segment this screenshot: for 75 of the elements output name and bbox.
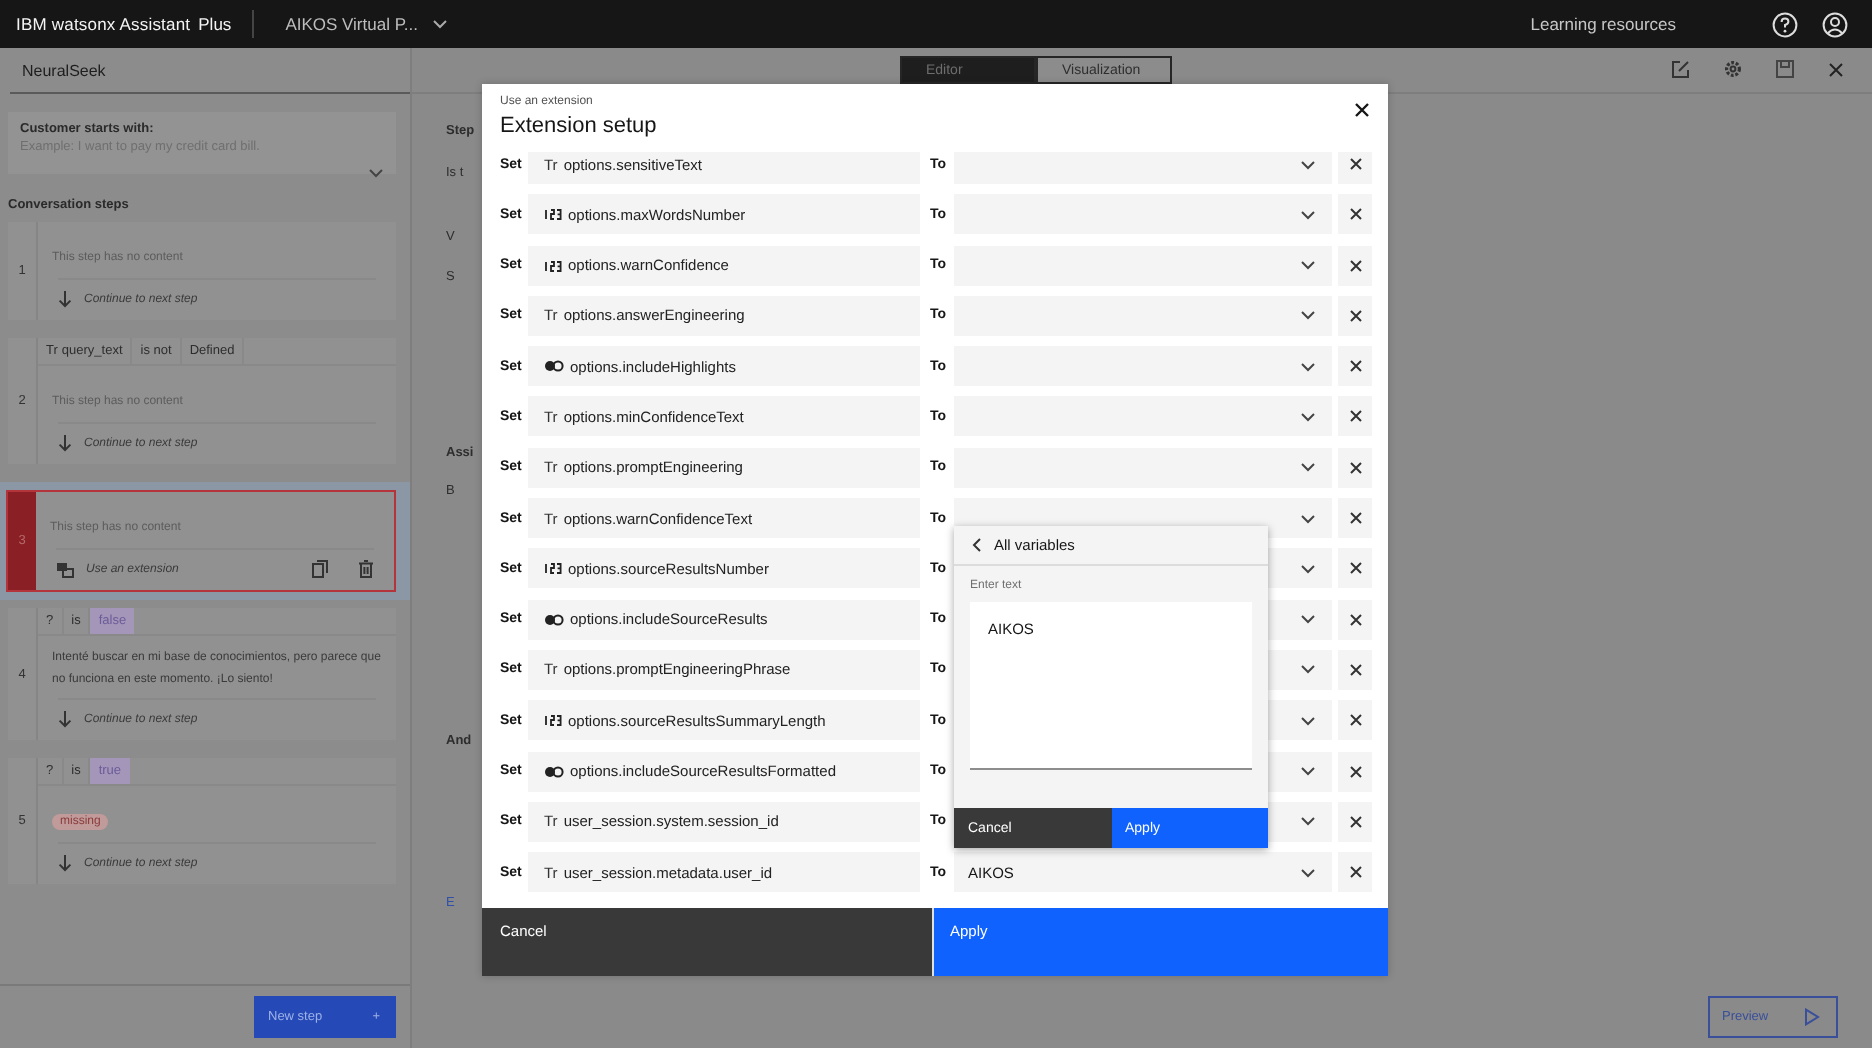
- chevron-down-icon: [1300, 766, 1316, 777]
- close-icon: [1349, 613, 1361, 626]
- close-icon: [1349, 663, 1361, 676]
- close-icon: [1349, 360, 1361, 373]
- number-type-icon: [544, 208, 562, 221]
- learning-resources-link[interactable]: Learning resources: [1530, 14, 1676, 34]
- remove-button[interactable]: [1338, 295, 1372, 336]
- close-icon: [1349, 208, 1361, 221]
- remove-button[interactable]: [1338, 152, 1372, 184]
- remove-button[interactable]: [1338, 194, 1372, 235]
- remove-button[interactable]: [1338, 801, 1372, 842]
- close-icon: [1349, 512, 1361, 525]
- close-icon: [1349, 309, 1361, 322]
- arrow-down-icon: [58, 854, 72, 872]
- remove-button[interactable]: [1338, 599, 1372, 640]
- chevron-down-icon: [1300, 361, 1316, 372]
- chevron-down-icon: [1300, 513, 1316, 524]
- remove-button[interactable]: [1338, 396, 1372, 437]
- action-title: NeuralSeek: [10, 48, 410, 94]
- chevron-down-icon: [1300, 715, 1316, 726]
- save-icon[interactable]: [1776, 60, 1794, 78]
- remove-button[interactable]: [1338, 700, 1372, 741]
- boolean-type-icon: [544, 613, 564, 626]
- settings-icon[interactable]: [1724, 60, 1742, 78]
- chevron-down-icon: [1300, 411, 1316, 422]
- chevron-left-icon: [972, 538, 982, 552]
- arrow-down-icon: [58, 290, 72, 308]
- remove-button[interactable]: [1338, 548, 1372, 589]
- close-icon: [1349, 815, 1361, 828]
- close-icon: [1349, 714, 1361, 727]
- arrow-down-icon: [58, 710, 72, 728]
- help-icon[interactable]: [1772, 11, 1798, 37]
- chevron-down-icon: [1300, 664, 1316, 675]
- close-icon: [1349, 259, 1361, 272]
- boolean-type-icon: [544, 360, 564, 373]
- assistant-switcher[interactable]: AIKOS Virtual P...: [285, 14, 448, 34]
- remove-button[interactable]: [1338, 649, 1372, 690]
- chevron-down-icon: [1300, 462, 1316, 473]
- extension-icon: [56, 561, 74, 577]
- remove-button[interactable]: [1338, 346, 1372, 387]
- chevron-down-icon: [1300, 209, 1316, 220]
- chevron-down-icon: [1300, 867, 1316, 878]
- close-icon: [1349, 461, 1361, 474]
- close-icon: [1349, 562, 1361, 575]
- user-icon[interactable]: [1822, 11, 1848, 37]
- product-name: IBM watsonx Assistant: [16, 14, 191, 34]
- chevron-down-icon: [1300, 310, 1316, 321]
- number-type-icon: [544, 259, 562, 272]
- chevron-down-icon: [1300, 614, 1316, 625]
- remove-button[interactable]: [1338, 245, 1372, 286]
- close-icon: [1349, 410, 1361, 423]
- remove-button[interactable]: [1338, 447, 1372, 488]
- chevron-down-icon: [1300, 260, 1316, 271]
- copy-icon[interactable]: [312, 560, 328, 578]
- chevron-down-icon: [1300, 159, 1316, 169]
- remove-button[interactable]: [1338, 498, 1372, 539]
- chevron-down-icon: [432, 18, 448, 30]
- arrow-down-icon: [58, 434, 72, 452]
- plan-label: Plus: [198, 14, 232, 34]
- close-icon: [1349, 866, 1361, 879]
- close-icon[interactable]: [1354, 102, 1370, 118]
- dialog-title: Extension setup: [500, 113, 659, 137]
- chevron-down-icon: [1300, 816, 1316, 827]
- boolean-type-icon: [544, 765, 564, 778]
- remove-button[interactable]: [1338, 751, 1372, 792]
- close-icon: [1349, 158, 1361, 170]
- chevron-down-icon: [1300, 563, 1316, 574]
- chevron-down-icon[interactable]: [368, 168, 384, 178]
- remove-button[interactable]: [1338, 852, 1372, 893]
- number-type-icon: [544, 714, 562, 727]
- edit-icon[interactable]: [1672, 60, 1690, 78]
- trash-icon[interactable]: [358, 560, 374, 578]
- play-icon: [1804, 1008, 1820, 1026]
- close-icon: [1349, 765, 1361, 778]
- number-type-icon: [544, 562, 562, 575]
